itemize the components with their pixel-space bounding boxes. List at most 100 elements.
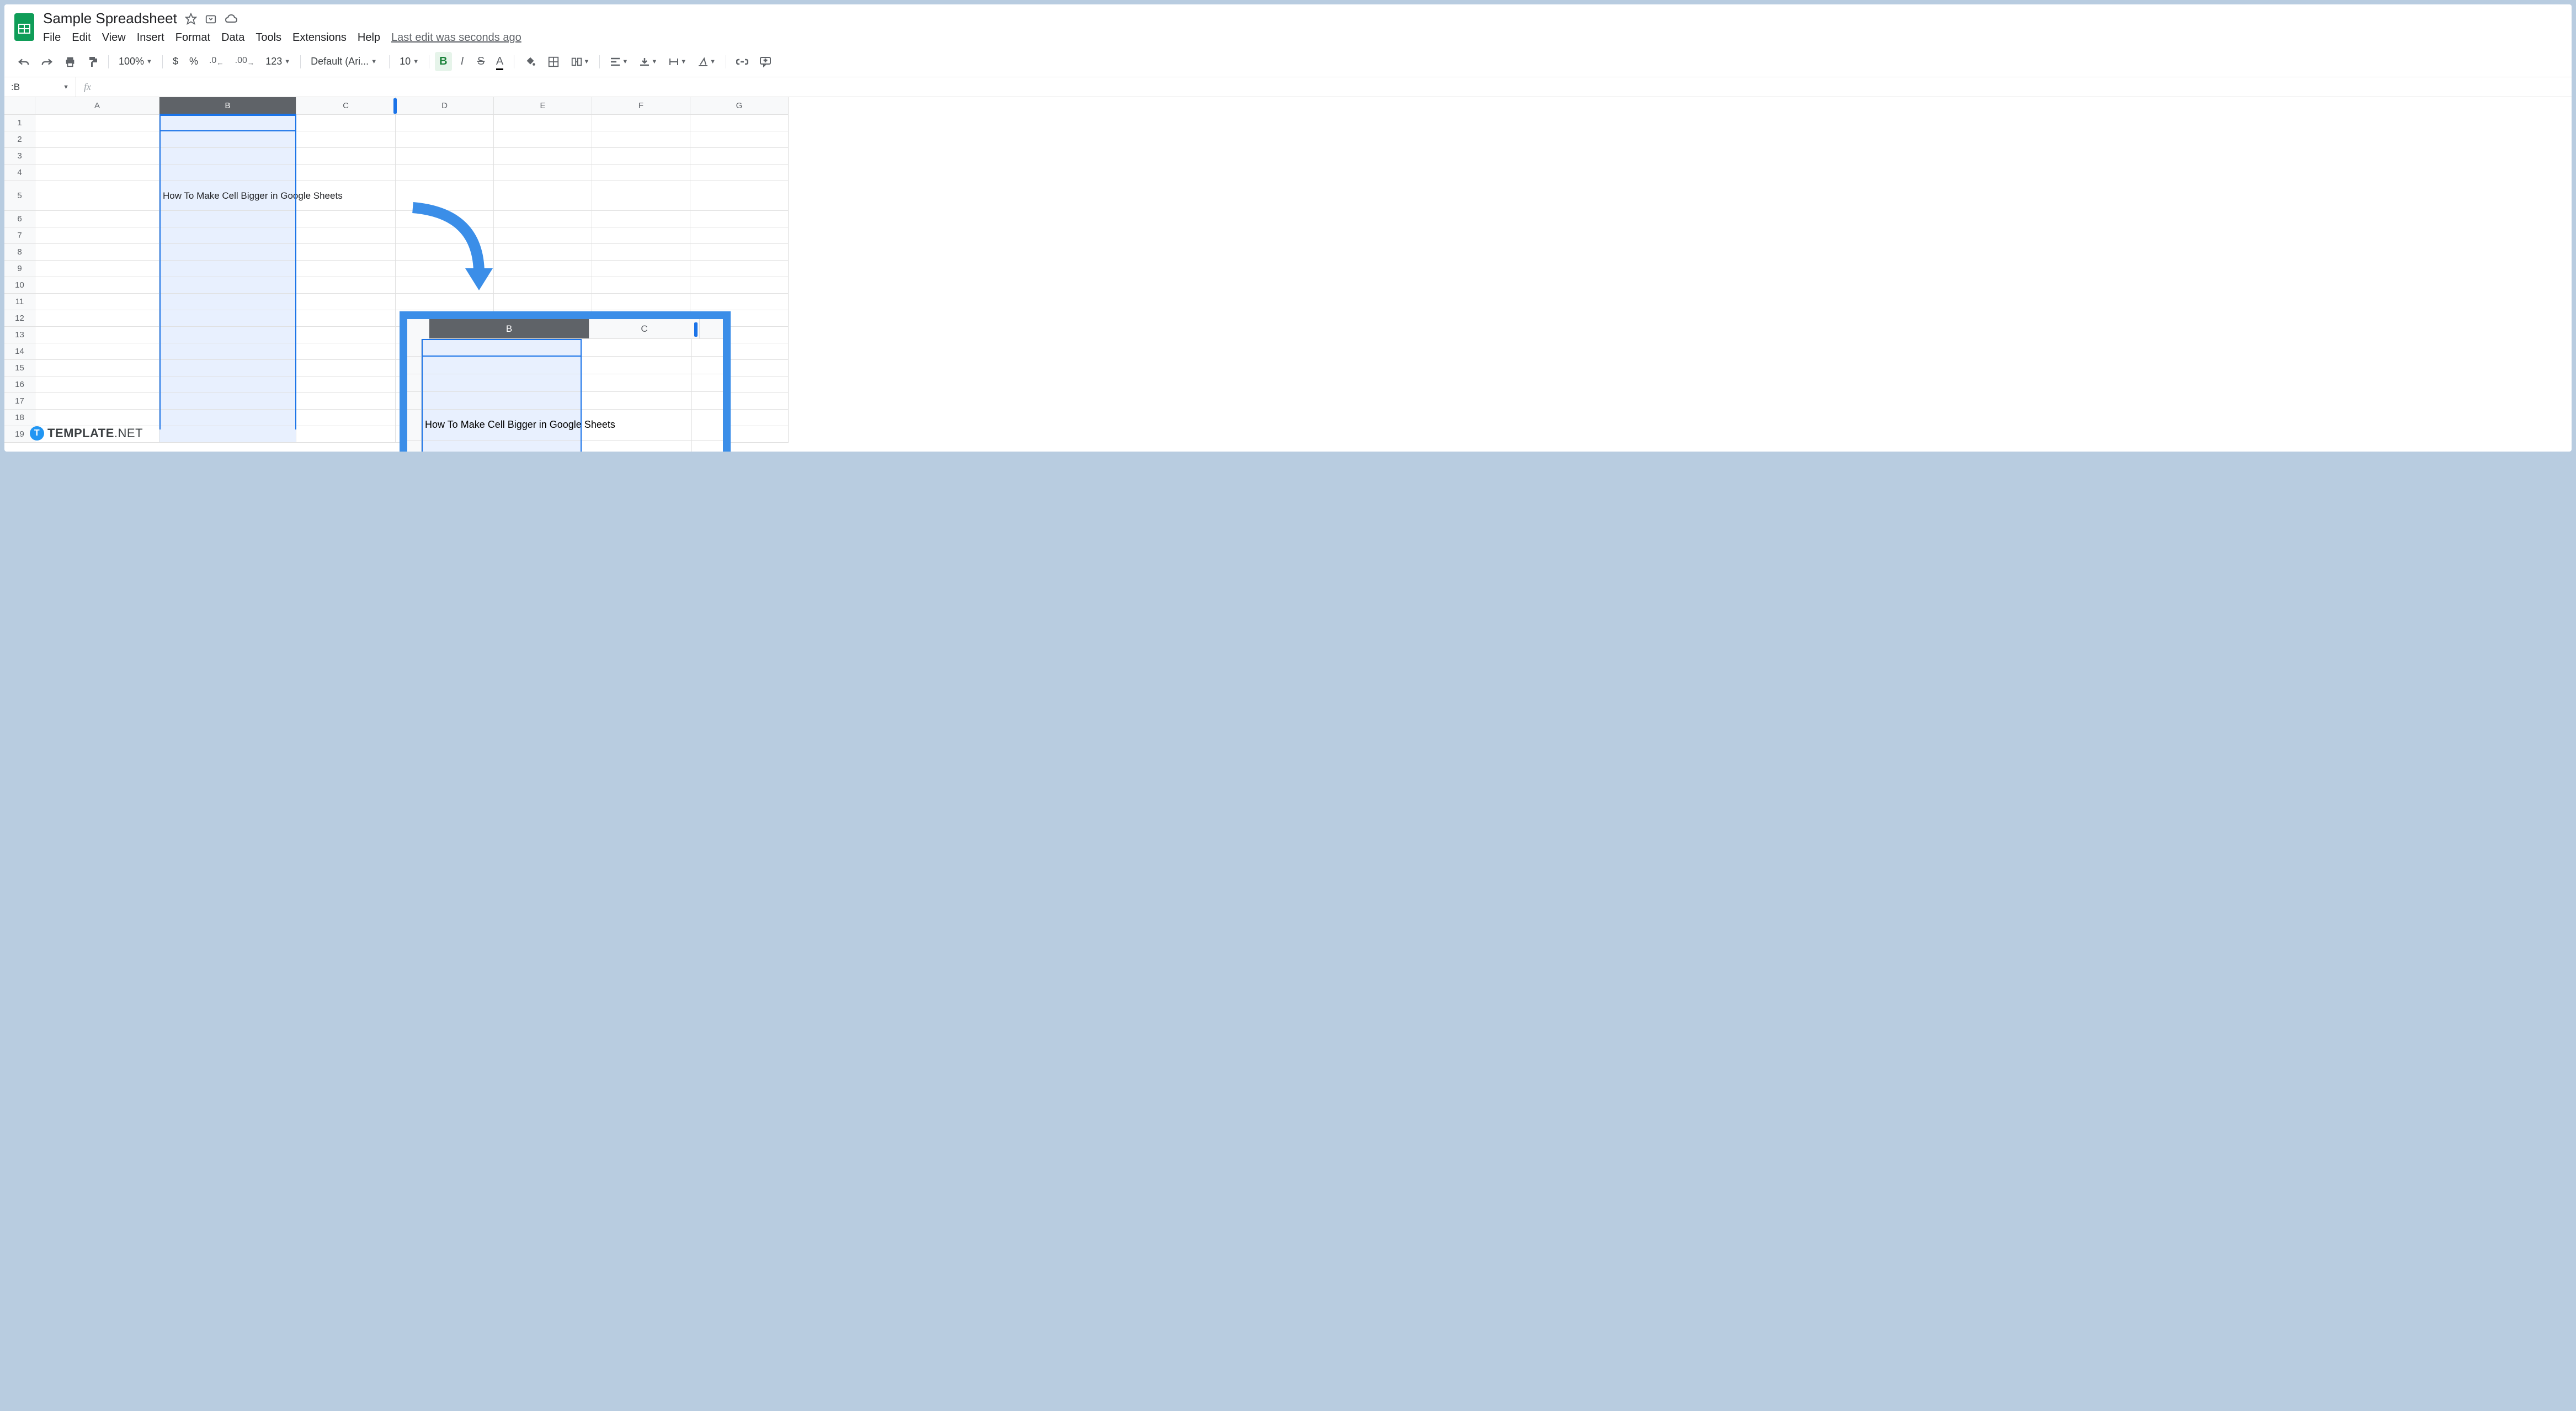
cell-B3[interactable]	[159, 148, 296, 165]
cell-D2[interactable]	[396, 131, 494, 148]
cell-D6[interactable]	[396, 211, 494, 227]
row-header[interactable]: 3	[4, 148, 35, 165]
paint-format-icon[interactable]	[83, 52, 103, 71]
cell-B19[interactable]	[159, 426, 296, 443]
cell-E2[interactable]	[494, 131, 592, 148]
overlay-cell-c4[interactable]	[582, 392, 692, 410]
sheets-logo-icon[interactable]	[13, 12, 35, 42]
overlay-cell-c5[interactable]	[582, 410, 692, 441]
menu-format[interactable]: Format	[175, 31, 210, 44]
cell-B4[interactable]	[159, 165, 296, 181]
cell-B9[interactable]	[159, 261, 296, 277]
cell-C15[interactable]	[296, 360, 396, 376]
h-align-icon[interactable]: ▼	[605, 54, 632, 70]
cell-C18[interactable]	[296, 410, 396, 426]
insert-comment-icon[interactable]: +	[755, 53, 776, 71]
overlay-cell-b3[interactable]	[422, 374, 582, 392]
col-header-f[interactable]: F	[592, 97, 690, 115]
cell-G1[interactable]	[690, 115, 789, 131]
cell-A16[interactable]	[35, 376, 159, 393]
cell-D7[interactable]	[396, 227, 494, 244]
cell-G4[interactable]	[690, 165, 789, 181]
cell-F2[interactable]	[592, 131, 690, 148]
v-align-icon[interactable]: ▼	[635, 54, 662, 70]
cell-F9[interactable]	[592, 261, 690, 277]
cell-E8[interactable]	[494, 244, 592, 261]
row-header[interactable]: 17	[4, 393, 35, 410]
cell-A14[interactable]	[35, 343, 159, 360]
merge-cells-icon[interactable]: ▼	[566, 52, 594, 71]
borders-icon[interactable]	[543, 52, 564, 71]
row-header[interactable]: 18	[4, 410, 35, 426]
cell-B13[interactable]	[159, 327, 296, 343]
row-header[interactable]: 5	[4, 181, 35, 211]
cell-A15[interactable]	[35, 360, 159, 376]
cell-B11[interactable]	[159, 294, 296, 310]
cell-E10[interactable]	[494, 277, 592, 294]
cell-B6[interactable]	[159, 211, 296, 227]
name-box[interactable]: :B▼	[4, 77, 76, 97]
cell-G9[interactable]	[690, 261, 789, 277]
strikethrough-button[interactable]: S	[473, 52, 489, 71]
overlay-cell-b2[interactable]	[422, 357, 582, 374]
col-header-e[interactable]: E	[494, 97, 592, 115]
cell-C2[interactable]	[296, 131, 396, 148]
row-header[interactable]: 11	[4, 294, 35, 310]
row-header[interactable]: 13	[4, 327, 35, 343]
row-header[interactable]: 8	[4, 244, 35, 261]
cell-E7[interactable]	[494, 227, 592, 244]
cell-G2[interactable]	[690, 131, 789, 148]
formula-input[interactable]	[99, 77, 2572, 97]
currency-button[interactable]: $	[168, 54, 183, 70]
row-header[interactable]: 16	[4, 376, 35, 393]
cell-D10[interactable]	[396, 277, 494, 294]
star-icon[interactable]	[185, 13, 197, 25]
overlay-cell-b1[interactable]	[422, 339, 582, 357]
cell-F7[interactable]	[592, 227, 690, 244]
menu-tools[interactable]: Tools	[256, 31, 281, 44]
overlay-cell-b4[interactable]	[422, 392, 582, 410]
zoom-dropdown[interactable]: 100% ▼	[114, 54, 157, 70]
cell-D8[interactable]	[396, 244, 494, 261]
cell-A8[interactable]	[35, 244, 159, 261]
cell-D9[interactable]	[396, 261, 494, 277]
row-header[interactable]: 6	[4, 211, 35, 227]
cell-C16[interactable]	[296, 376, 396, 393]
cell-G3[interactable]	[690, 148, 789, 165]
cell-F5[interactable]	[592, 181, 690, 211]
row-header[interactable]: 9	[4, 261, 35, 277]
cell-G10[interactable]	[690, 277, 789, 294]
cell-E6[interactable]	[494, 211, 592, 227]
cell-C3[interactable]	[296, 148, 396, 165]
col-header-a[interactable]: A	[35, 97, 159, 115]
row-header[interactable]: 12	[4, 310, 35, 327]
row-header[interactable]: 4	[4, 165, 35, 181]
cell-C4[interactable]	[296, 165, 396, 181]
cell-F6[interactable]	[592, 211, 690, 227]
overlay-col-header-c[interactable]: C	[589, 319, 700, 339]
cell-A6[interactable]	[35, 211, 159, 227]
insert-link-icon[interactable]	[732, 55, 753, 69]
cell-F1[interactable]	[592, 115, 690, 131]
cell-F8[interactable]	[592, 244, 690, 261]
cell-A11[interactable]	[35, 294, 159, 310]
menu-insert[interactable]: Insert	[137, 31, 164, 44]
percent-button[interactable]: %	[185, 54, 203, 70]
text-rotation-icon[interactable]: ▼	[693, 54, 720, 70]
cell-A12[interactable]	[35, 310, 159, 327]
cell-B1[interactable]	[159, 115, 296, 131]
text-wrap-icon[interactable]: ▼	[664, 54, 691, 70]
cell-A17[interactable]	[35, 393, 159, 410]
cell-C5[interactable]	[296, 181, 396, 211]
cell-D4[interactable]	[396, 165, 494, 181]
text-color-button[interactable]: A	[492, 52, 508, 71]
cell-B15[interactable]	[159, 360, 296, 376]
row-header[interactable]: 15	[4, 360, 35, 376]
cell-G6[interactable]	[690, 211, 789, 227]
cell-C9[interactable]	[296, 261, 396, 277]
row-header[interactable]: 14	[4, 343, 35, 360]
cell-G11[interactable]	[690, 294, 789, 310]
cell-C19[interactable]	[296, 426, 396, 443]
cloud-icon[interactable]	[225, 13, 238, 24]
col-header-d[interactable]: D	[396, 97, 494, 115]
